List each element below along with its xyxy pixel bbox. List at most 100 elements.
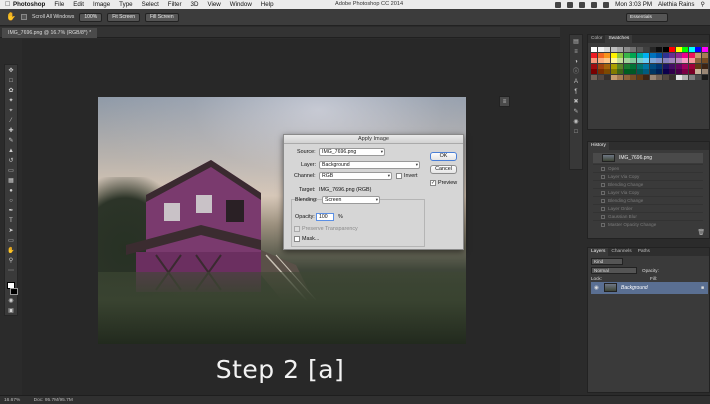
clock[interactable]: Mon 3:03 PM [615, 1, 652, 8]
color-swatch[interactable] [649, 58, 656, 63]
type-tool-icon[interactable]: T [7, 218, 15, 225]
color-swatch[interactable] [597, 74, 604, 80]
workspace-select[interactable]: Essentials [626, 13, 668, 22]
tab-layers[interactable]: Layers [588, 248, 609, 256]
color-swatch[interactable] [636, 63, 643, 69]
scroll-all-windows-checkbox[interactable] [21, 14, 27, 20]
color-swatch[interactable] [623, 52, 630, 58]
color-swatch[interactable] [643, 69, 649, 74]
trash-icon[interactable]: 🗑 [697, 229, 705, 236]
color-swatch[interactable] [636, 69, 643, 74]
color-swatch[interactable] [662, 47, 669, 52]
zoom-100-button[interactable]: 100% [79, 12, 103, 22]
color-swatch[interactable] [688, 63, 695, 69]
hand-tool-icon[interactable]: ✋ [6, 12, 16, 22]
color-swatch[interactable] [604, 74, 610, 80]
color-swatch[interactable] [630, 52, 636, 58]
battery-icon[interactable] [603, 1, 610, 8]
color-swatch[interactable] [623, 69, 630, 74]
color-swatch[interactable] [617, 69, 623, 74]
lasso-tool-icon[interactable]: ✿ [7, 88, 15, 95]
source-select[interactable]: IMG_7696.png ▾ [319, 148, 385, 156]
color-swatch[interactable] [701, 63, 708, 69]
color-swatch[interactable] [695, 69, 701, 74]
history-brush-tool-icon[interactable]: ↺ [7, 158, 15, 165]
color-swatch[interactable] [591, 58, 597, 63]
color-swatch[interactable] [682, 69, 688, 74]
color-swatch[interactable] [636, 74, 643, 80]
color-swatch[interactable] [643, 74, 649, 80]
color-swatch[interactable] [669, 74, 675, 80]
fill-screen-button[interactable]: Fill Screen [144, 12, 179, 22]
color-swatch[interactable] [675, 58, 682, 63]
color-swatch[interactable] [604, 63, 610, 69]
color-swatch[interactable] [701, 52, 708, 58]
crop-tool-icon[interactable]: ⌖ [7, 108, 15, 115]
color-swatch[interactable] [617, 74, 623, 80]
menu-3d[interactable]: 3D [191, 1, 199, 8]
color-swatch[interactable] [623, 58, 630, 63]
color-swatch[interactable] [597, 69, 604, 74]
color-swatch[interactable] [636, 52, 643, 58]
pen-tool-icon[interactable]: ✒ [7, 208, 15, 215]
color-swatch[interactable] [604, 47, 610, 52]
navigator-icon[interactable]: ≡ [499, 96, 510, 107]
eraser-tool-icon[interactable]: ▭ [7, 168, 15, 175]
color-swatch[interactable] [688, 52, 695, 58]
color-swatch[interactable] [688, 74, 695, 80]
color-swatch[interactable] [636, 47, 643, 52]
color-swatch[interactable] [604, 58, 610, 63]
color-swatch[interactable] [669, 58, 675, 63]
shape-tool-icon[interactable]: ▭ [7, 238, 15, 245]
color-swatch[interactable] [597, 47, 604, 52]
color-swatch[interactable] [610, 74, 617, 80]
properties-panel-icon[interactable]: ≡ [572, 49, 580, 56]
color-swatch[interactable] [623, 47, 630, 52]
color-swatch[interactable] [591, 47, 597, 52]
color-swatch[interactable] [591, 69, 597, 74]
color-swatch[interactable] [643, 63, 649, 69]
tab-color[interactable]: Color [588, 35, 605, 43]
color-swatch[interactable] [597, 52, 604, 58]
color-swatch[interactable] [656, 63, 662, 69]
color-swatch[interactable] [630, 63, 636, 69]
move-tool-icon[interactable]: ✥ [7, 68, 15, 75]
ok-button[interactable]: OK [430, 152, 457, 161]
info-panel-icon[interactable]: ⓘ [572, 69, 580, 76]
history-item[interactable]: Layer Via Copy [593, 188, 703, 196]
marquee-tool-icon[interactable]: □ [7, 78, 15, 85]
brush-panel-icon[interactable]: ✎ [572, 109, 580, 116]
eyedropper-tool-icon[interactable]: ⁄ [7, 118, 15, 125]
layer-select[interactable]: Background ▾ [319, 161, 420, 169]
menu-edit[interactable]: Edit [73, 1, 84, 8]
color-swatch[interactable] [597, 58, 604, 63]
color-swatch[interactable] [688, 69, 695, 74]
history-item[interactable]: Layer Order [593, 204, 703, 212]
color-swatch[interactable] [630, 74, 636, 80]
more-tools-icon[interactable]: ⋯ [7, 268, 15, 275]
stamp-tool-icon[interactable]: ▲ [7, 148, 15, 155]
eye-icon[interactable]: ◉ [594, 285, 599, 291]
color-swatch[interactable] [643, 52, 649, 58]
color-swatch[interactable] [649, 69, 656, 74]
layer-row[interactable]: ◉ Background ■ [591, 282, 708, 294]
color-swatch[interactable] [662, 74, 669, 80]
styles-panel-icon[interactable]: ◉ [572, 119, 580, 126]
color-swatch[interactable] [643, 58, 649, 63]
color-swatch[interactable] [682, 58, 688, 63]
opacity-input[interactable]: 100 [316, 213, 334, 221]
color-swatch[interactable] [649, 47, 656, 52]
history-item[interactable]: Blending Change [593, 180, 703, 188]
color-swatch[interactable] [695, 63, 701, 69]
color-swatch[interactable] [695, 74, 701, 80]
color-swatch[interactable] [669, 47, 675, 52]
bluetooth-icon[interactable] [579, 1, 586, 8]
color-swatch[interactable] [591, 52, 597, 58]
color-swatch[interactable] [597, 63, 604, 69]
menu-help[interactable]: Help [261, 1, 274, 8]
color-swatch[interactable] [591, 74, 597, 80]
sync-icon[interactable] [567, 1, 574, 8]
background-color-swatch[interactable] [10, 288, 18, 295]
history-item[interactable]: Gaussian Blur [593, 212, 703, 220]
menu-select[interactable]: Select [142, 1, 159, 8]
